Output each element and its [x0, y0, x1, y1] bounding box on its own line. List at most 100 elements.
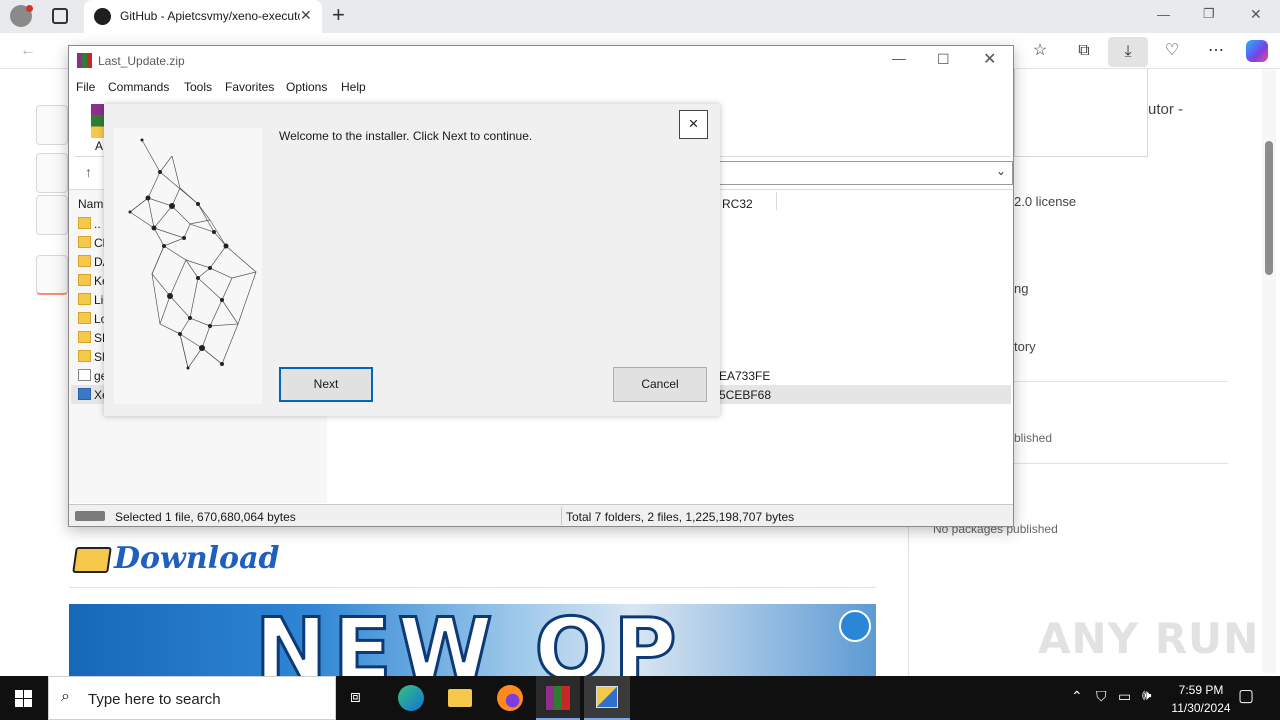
promo-banner-image: NEW OP — [69, 604, 876, 676]
installer-side-image — [114, 128, 262, 404]
close-icon: × — [688, 114, 699, 133]
notification-center-icon[interactable]: ▢ — [1238, 686, 1254, 706]
menu-tools[interactable]: Tools — [184, 80, 212, 94]
report-repository-link[interactable]: tory — [1014, 339, 1036, 354]
winrar-app-icon — [77, 53, 92, 68]
collections-icon[interactable]: ⧉ — [1070, 37, 1098, 65]
installer-taskbar-icon — [596, 686, 618, 708]
installer-taskbar-button[interactable] — [584, 676, 630, 720]
winrar-taskbar-icon — [546, 686, 570, 710]
divider — [1014, 463, 1228, 464]
license-link[interactable]: 2.0 license — [1014, 194, 1076, 209]
download-icon: ⤓ — [1124, 43, 1132, 60]
banner-text: NEW OP — [254, 604, 683, 676]
search-placeholder: Type here to search — [88, 691, 221, 708]
folder-icon — [78, 217, 91, 229]
anyrun-watermark: ANY RUN — [1038, 614, 1260, 663]
network-tray-icon[interactable]: ▭ — [1118, 688, 1131, 705]
installer-close-button[interactable]: × — [679, 110, 708, 139]
folder-icon — [78, 331, 91, 343]
search-icon: ⌕ — [61, 688, 70, 705]
menu-commands[interactable]: Commands — [108, 80, 169, 94]
volume-tray-icon[interactable]: 🕪 — [1142, 687, 1151, 704]
download-heading[interactable]: Download — [114, 541, 279, 576]
scrollbar-thumb[interactable] — [1265, 141, 1273, 275]
divider — [1014, 381, 1228, 382]
activity-link[interactable]: ng — [1014, 281, 1028, 296]
profile-icon[interactable] — [10, 5, 33, 27]
page-scrollbar[interactable] — [1262, 69, 1276, 673]
show-hidden-icons-chevron[interactable]: ⌃ — [1071, 688, 1083, 705]
status-selected: Selected 1 file, 670,680,064 bytes — [115, 510, 296, 524]
about-description: utor - — [1148, 101, 1184, 118]
sidebar-file-button[interactable] — [36, 153, 68, 193]
sidebar-file-button-2[interactable] — [36, 195, 68, 235]
back-arrow-icon[interactable]: ← — [14, 37, 42, 65]
exe-icon — [78, 388, 91, 400]
file-name: .. — [94, 217, 101, 231]
menu-file[interactable]: File — [76, 80, 95, 94]
cancel-button-label: Cancel — [641, 377, 679, 391]
favorites-star-icon[interactable]: ☆ — [1026, 37, 1054, 65]
clock-time[interactable]: 7:59 PM — [1172, 683, 1230, 697]
sidebar-tool-button[interactable] — [36, 105, 68, 145]
task-view-icon[interactable]: ⧈ — [350, 687, 361, 707]
winrar-window-title: Last_Update.zip — [98, 54, 185, 68]
file-explorer-taskbar-icon[interactable] — [448, 689, 472, 707]
cancel-button[interactable]: Cancel — [613, 367, 707, 402]
file-crc32: 5CEBF68 — [719, 388, 772, 402]
windows-taskbar: ⌕ Type here to search ⧈ ⌃ ⛉ ▭ 🕪 7:59 PM … — [0, 676, 1280, 720]
file-crc32: EA733FE — [719, 369, 771, 383]
winrar-close-button[interactable]: ✕ — [983, 49, 996, 69]
chevron-down-icon: ⌄ — [995, 164, 1006, 178]
more-menu-icon[interactable]: ⋯ — [1202, 37, 1230, 65]
winrar-statusbar: Selected 1 file, 670,680,064 bytes Total… — [69, 504, 1013, 526]
menu-options[interactable]: Options — [286, 80, 327, 94]
window-minimize-button[interactable]: — — [1157, 7, 1170, 22]
next-button-label: Next — [313, 377, 339, 391]
window-restore-button[interactable]: ❐ — [1203, 6, 1215, 22]
path-dropdown[interactable]: ⌄ — [719, 161, 1013, 185]
copilot-icon[interactable] — [1246, 40, 1268, 62]
browser-tab-strip: GitHub - Apietcsvmy/xeno-executor ✕ + — … — [0, 0, 1280, 33]
menu-favorites[interactable]: Favorites — [225, 80, 274, 94]
column-header-crc32[interactable]: RC32 — [722, 197, 753, 211]
column-header-name[interactable]: Nam — [78, 197, 103, 211]
folder-icon — [78, 236, 91, 248]
winrar-titlebar[interactable]: Last_Update.zip — ☐ ✕ — [69, 46, 1013, 76]
next-button[interactable]: Next — [279, 367, 373, 402]
folder-icon — [78, 255, 91, 267]
tab-actions-icon[interactable] — [52, 8, 68, 24]
winrar-maximize-button[interactable]: ☐ — [937, 51, 950, 68]
clock-date[interactable]: 11/30/2024 — [1164, 701, 1238, 715]
firefox-taskbar-icon[interactable] — [497, 685, 523, 711]
sidebar-book-button[interactable] — [36, 255, 68, 295]
releases-status: blished — [1014, 431, 1053, 445]
winrar-minimize-button[interactable]: — — [892, 50, 906, 66]
edge-taskbar-icon[interactable] — [398, 685, 424, 711]
visual-search-icon[interactable] — [839, 610, 871, 642]
up-folder-icon[interactable]: ↑ — [85, 164, 92, 180]
content-column-divider — [908, 527, 909, 676]
folder-icon — [78, 350, 91, 362]
menu-help[interactable]: Help — [341, 80, 366, 94]
toolbar-add-label: A — [95, 139, 104, 153]
window-close-button[interactable]: ✕ — [1250, 6, 1262, 23]
tab-close-icon[interactable]: ✕ — [300, 7, 312, 24]
status-separator — [561, 507, 562, 525]
heading-divider — [69, 587, 876, 588]
winrar-taskbar-button[interactable] — [536, 676, 580, 720]
column-separator — [776, 192, 777, 210]
browser-tab[interactable]: GitHub - Apietcsvmy/xeno-executor ✕ — [84, 0, 322, 33]
installer-welcome-text: Welcome to the installer. Click Next to … — [279, 129, 533, 143]
status-total: Total 7 folders, 2 files, 1,225,198,707 … — [566, 510, 795, 524]
network-graph-illustration — [128, 138, 257, 370]
folder-icon — [72, 547, 112, 573]
downloads-button[interactable]: ⤓ — [1108, 37, 1148, 67]
security-tray-icon[interactable]: ⛉ — [1096, 688, 1107, 705]
start-button[interactable] — [15, 690, 33, 708]
new-tab-button[interactable]: + — [332, 2, 345, 28]
tab-title: GitHub - Apietcsvmy/xeno-executor — [120, 9, 300, 23]
taskbar-search-box[interactable]: ⌕ Type here to search — [48, 676, 336, 720]
browser-essentials-icon[interactable]: ♡ — [1158, 37, 1186, 65]
